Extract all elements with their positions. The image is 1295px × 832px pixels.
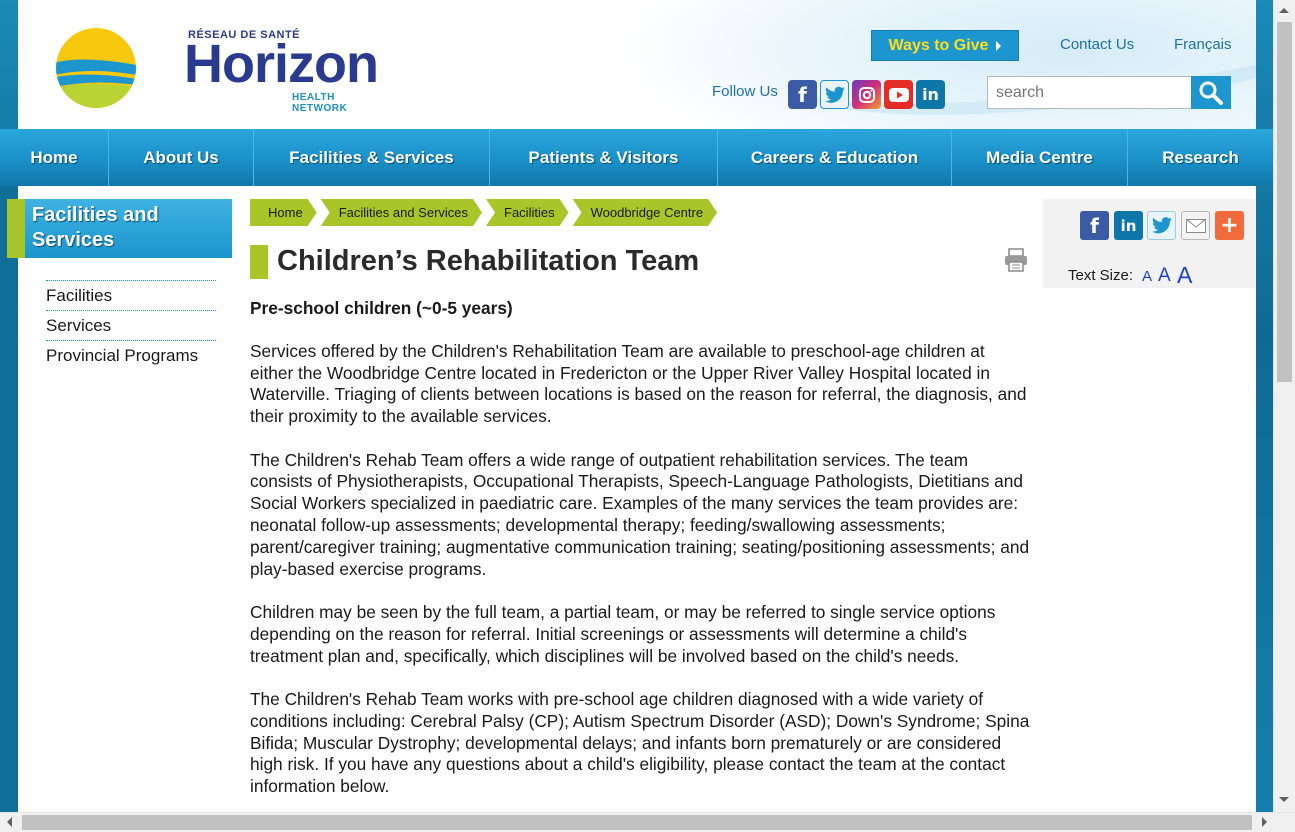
scroll-down-arrow-icon[interactable] <box>1279 797 1289 802</box>
ways-to-give-label: Ways to Give <box>888 36 989 54</box>
ways-to-give-button[interactable]: Ways to Give <box>871 30 1019 61</box>
nav-item-patients-visitors[interactable]: Patients & Visitors <box>490 129 718 186</box>
nav-item-careers-education[interactable]: Careers & Education <box>718 129 952 186</box>
sidebar-heading-accent <box>7 199 25 258</box>
article-paragraph: Services offered by the Children's Rehab… <box>250 340 1027 427</box>
article-subtitle: Pre-school children (~0-5 years) <box>250 298 513 318</box>
breadcrumb-facilities[interactable]: Facilities <box>486 199 569 226</box>
twitter-icon[interactable] <box>820 80 849 109</box>
horizontal-scroll-thumb[interactable] <box>22 815 1252 830</box>
contact-us-link[interactable]: Contact Us <box>1060 36 1134 53</box>
title-accent-bar <box>250 245 268 279</box>
linkedin-icon[interactable]: in <box>916 80 945 109</box>
email-share-icon[interactable] <box>1181 211 1210 240</box>
breadcrumb-facilities-and-services[interactable]: Facilities and Services <box>321 199 482 226</box>
article-paragraph: The Children's Rehab Team works with pre… <box>250 688 1030 797</box>
twitter-share-icon[interactable] <box>1147 211 1176 240</box>
article-paragraph: Children may be seen by the full team, a… <box>250 601 996 666</box>
twitter-bird-icon <box>824 86 845 103</box>
instagram-icon[interactable] <box>852 80 881 109</box>
youtube-play-icon <box>888 87 909 102</box>
francais-link[interactable]: Français <box>1174 36 1232 53</box>
sidebar-heading: Facilities and Services <box>7 199 232 258</box>
nav-item-facilities-services[interactable]: Facilities & Services <box>254 129 490 186</box>
main-navigation: Home About Us Facilities & Services Pati… <box>0 129 1273 186</box>
more-share-icon[interactable]: + <box>1215 211 1244 240</box>
logo-bottom-text: HEALTH NETWORK <box>292 92 348 114</box>
logo-main-text: Horizon <box>184 34 379 94</box>
scroll-up-arrow-icon[interactable] <box>1279 8 1289 13</box>
vertical-scroll-thumb[interactable] <box>1277 22 1292 382</box>
facebook-icon[interactable]: f <box>788 80 817 109</box>
scroll-right-arrow-icon[interactable] <box>1262 817 1267 827</box>
breadcrumb-woodbridge-centre[interactable]: Woodbridge Centre <box>573 199 718 226</box>
facebook-share-icon[interactable]: f <box>1080 211 1109 240</box>
instagram-camera-icon <box>858 86 875 103</box>
site-header: RÉSEAU DE SANTÉ Horizon HEALTH NETWORK W… <box>18 0 1256 129</box>
article-paragraph: The Children's Rehab Team offers a wide … <box>250 449 1030 579</box>
chevron-right-icon <box>996 40 1002 51</box>
page-background-right <box>1256 0 1273 832</box>
content-left-border <box>0 186 18 816</box>
text-size-medium[interactable]: A <box>1158 265 1171 287</box>
sidebar-item-services[interactable]: Services <box>46 310 216 340</box>
text-size-large[interactable]: A <box>1177 262 1192 289</box>
scroll-left-arrow-icon[interactable] <box>7 817 12 827</box>
youtube-icon[interactable] <box>884 80 913 109</box>
envelope-icon <box>1185 218 1206 233</box>
horizon-logo[interactable]: RÉSEAU DE SANTÉ Horizon HEALTH NETWORK <box>50 22 390 114</box>
nav-item-media-centre[interactable]: Media Centre <box>952 129 1128 186</box>
linkedin-share-icon[interactable]: in <box>1114 211 1143 240</box>
sidebar-item-facilities[interactable]: Facilities <box>46 280 216 310</box>
sun-logo-icon <box>56 28 136 108</box>
nav-item-home[interactable]: Home <box>0 129 109 186</box>
twitter-bird-icon <box>1151 217 1172 234</box>
breadcrumb: Home Facilities and Services Facilities … <box>250 199 717 226</box>
sidebar-menu: Facilities Services Provincial Programs <box>46 280 216 370</box>
sidebar-item-provincial-programs[interactable]: Provincial Programs <box>46 340 216 370</box>
text-size-small[interactable]: A <box>1142 268 1152 285</box>
text-size-label: Text Size: <box>1068 267 1134 284</box>
search-button[interactable] <box>1191 76 1231 109</box>
search-input[interactable] <box>987 76 1192 109</box>
search-icon <box>1199 81 1223 105</box>
breadcrumb-home[interactable]: Home <box>250 199 317 226</box>
article-body: Pre-school children (~0-5 years) Service… <box>250 298 1032 820</box>
nav-item-research[interactable]: Research <box>1128 129 1273 186</box>
follow-us-label: Follow Us <box>712 83 778 100</box>
nav-item-about-us[interactable]: About Us <box>109 129 254 186</box>
print-icon[interactable] <box>1004 248 1028 272</box>
printer-icon <box>1005 248 1027 272</box>
page-title: Children’s Rehabilitation Team <box>277 245 700 277</box>
